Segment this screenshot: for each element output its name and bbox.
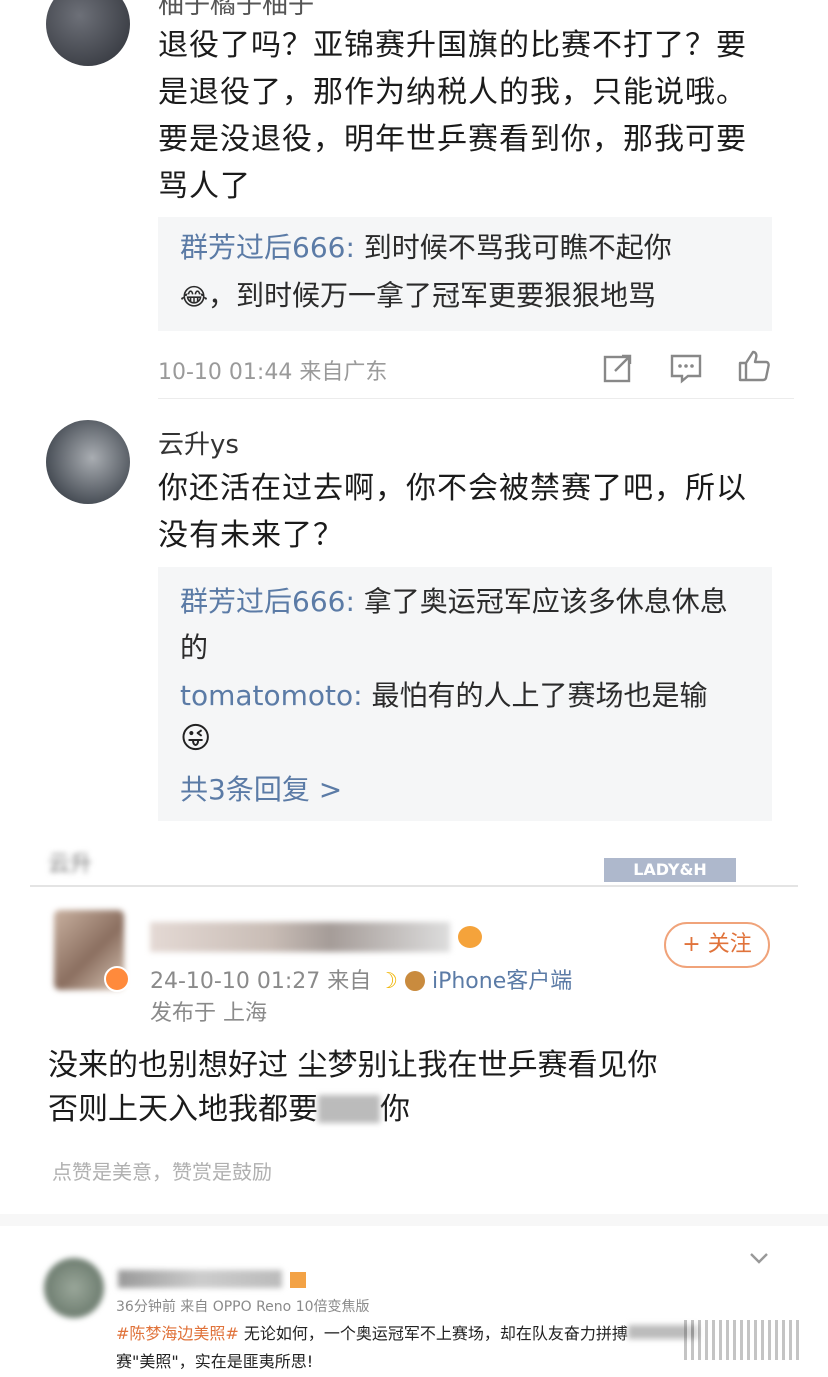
divider (30, 885, 798, 887)
comment-body: 赛"美照"，实在是匪夷所思! (116, 1352, 314, 1371)
reply-box[interactable]: 群芳过后666: 到时候不骂我可瞧不起你 😂，到时候万一拿了冠军更要狠狠地骂 (158, 217, 772, 331)
post-text: 否则上天入地我都要 (48, 1092, 318, 1127)
comment-meta: 36分钟前 来自 OPPO Reno 10倍变焦版 (116, 1299, 370, 1315)
comment-username[interactable]: 云升ys (158, 424, 239, 461)
vip-badge-icon (104, 966, 130, 992)
comment-body: 无论如何，一个奥运冠军不上赛场，却在队友奋力拼搏 (243, 1324, 628, 1343)
follow-button[interactable]: + 关注 (664, 922, 770, 968)
comment-text: #陈梦海边美照# 无论如何，一个奥运冠军不上赛场，却在队友奋力拼搏 赛"美照"，… (116, 1320, 756, 1376)
avatar[interactable] (46, 0, 130, 66)
blurred-username[interactable] (150, 922, 450, 952)
badge-icon (290, 1272, 306, 1288)
reply-line: 群芳过后666: 拿了奥运冠军应该多休息休息的 (180, 579, 750, 671)
reply-line: 群芳过后666: 到时候不骂我可瞧不起你 (180, 225, 760, 271)
censored-word (318, 1095, 380, 1123)
divider (0, 1214, 828, 1226)
device-icon (404, 971, 425, 991)
post-meta: 24-10-10 01:27 来自 ☽ iPhone客户端 (150, 963, 572, 995)
reply-username[interactable]: 群芳过后666: (180, 231, 355, 264)
comment-text: 你还活在过去啊，你不会被禁赛了吧，所以没有未来了？ (158, 471, 747, 553)
reply-box[interactable]: 群芳过后666: 拿了奥运冠军应该多休息休息的 tomatomoto: 最怕有的… (158, 567, 772, 821)
comment-meta: 10-10 01:44 来自广东 (158, 360, 388, 385)
comment-icon[interactable] (668, 350, 704, 386)
cut-label: 云升 (48, 852, 93, 877)
reply-username[interactable]: 群芳过后666: (180, 585, 355, 618)
comment-username[interactable]: 柚子橘子柚子 (158, 0, 314, 21)
follow-label: + 关注 (682, 932, 752, 957)
post-text-line: 否则上天入地我都要 你 (48, 1084, 410, 1128)
post-location: 发布于 上海 (150, 1001, 267, 1026)
post-time: 24-10-10 01:27 来自 (150, 969, 372, 994)
share-icon[interactable] (600, 350, 636, 386)
post-text-line: 没来的也别想好过 尘梦别让我在世乒赛看见你 (48, 1048, 658, 1083)
blurred-username[interactable] (118, 1270, 282, 1288)
laughing-emoji-icon: 😂 (180, 283, 209, 311)
avatar[interactable] (46, 420, 130, 504)
reply-text: 最怕有的人上了赛场也是输 (371, 679, 708, 712)
more-replies-link[interactable]: 共3条回复 > (180, 767, 342, 813)
reply-text: 到时候不骂我可瞧不起你 (363, 231, 672, 264)
post-text: 你 (380, 1092, 410, 1127)
reply-text: ，到时候万一拿了冠军更要狠狠地骂 (208, 279, 657, 312)
fish-icon (458, 926, 482, 948)
avatar[interactable] (44, 1258, 104, 1318)
reply-line: 😂，到时候万一拿了冠军更要狠狠地骂 (180, 273, 760, 320)
reply-line: tomatomoto: 最怕有的人上了赛场也是输 (180, 673, 760, 719)
divider (158, 398, 794, 399)
chevron-down-icon[interactable] (748, 1250, 770, 1266)
watermark (684, 1320, 800, 1360)
post-device[interactable]: iPhone客户端 (432, 969, 572, 994)
hashtag-link[interactable]: #陈梦海边美照# (116, 1324, 239, 1343)
like-icon[interactable] (736, 348, 772, 384)
reply-username[interactable]: tomatomoto: (180, 679, 363, 712)
moon-icon: ☽ (378, 969, 398, 994)
tongue-emoji-icon: 😜 (180, 721, 212, 756)
cut-badge: LADY&H (604, 858, 736, 882)
comment-text: 退役了吗？亚锦赛升国旗的比赛不打了？要是退役了，那作为纳税人的我，只能说哦。要是… (158, 28, 747, 204)
reward-tip: 点赞是美意，赞赏是鼓励 (52, 1160, 272, 1184)
